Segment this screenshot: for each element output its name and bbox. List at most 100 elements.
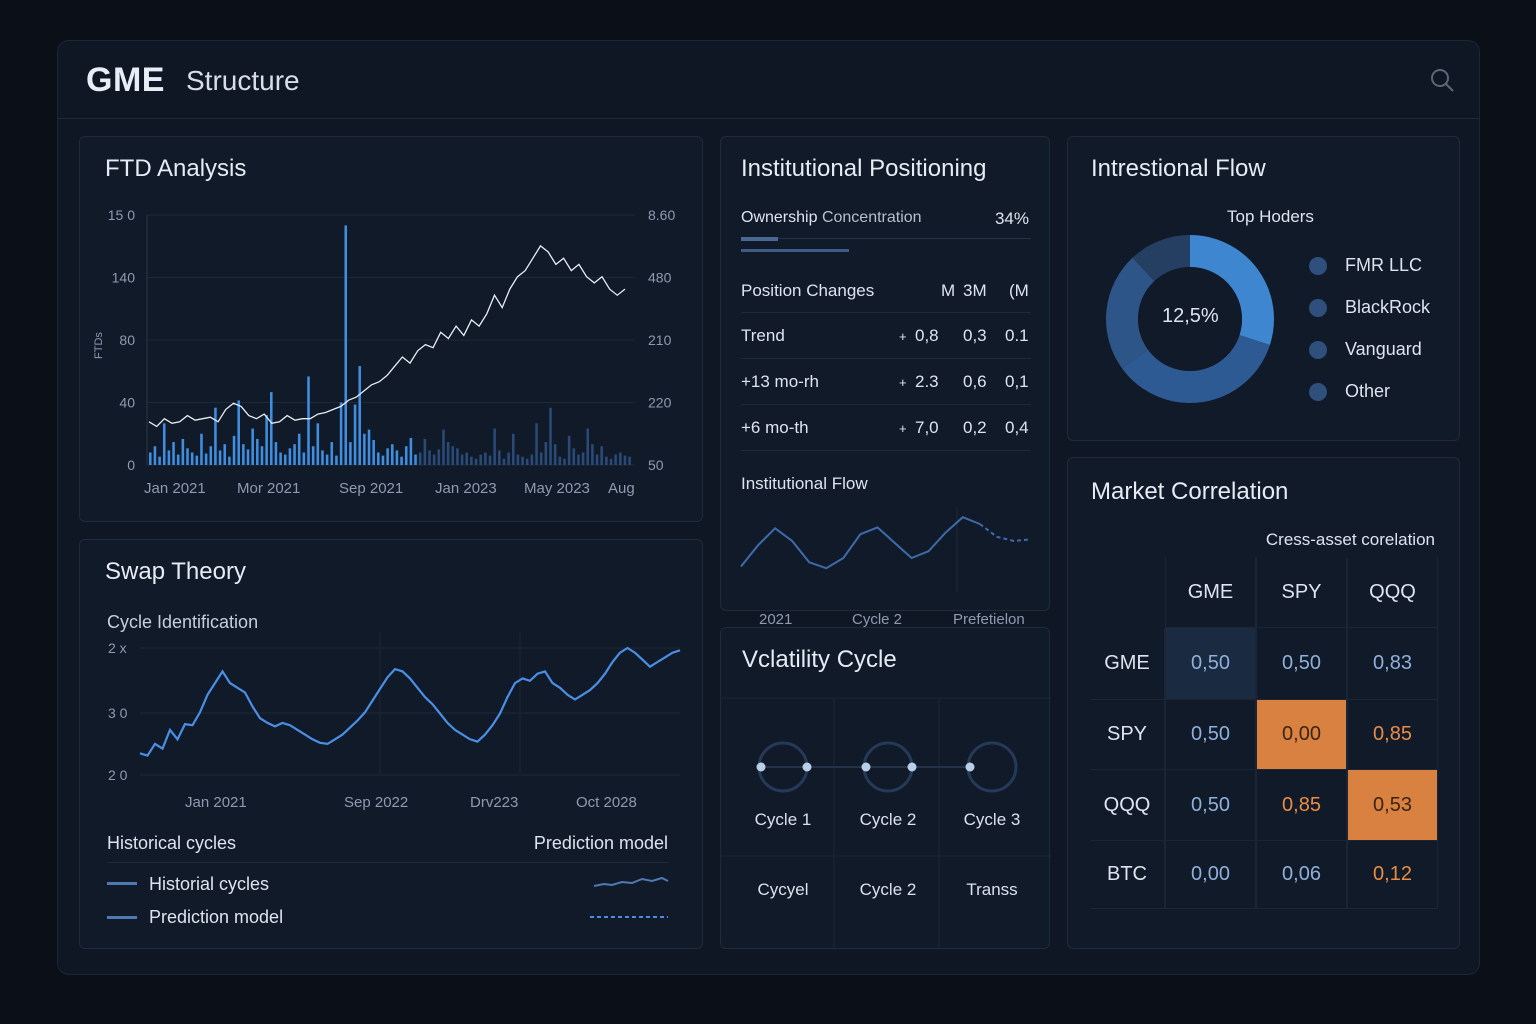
cycle-line <box>139 646 681 757</box>
search-icon[interactable] <box>1429 67 1455 93</box>
ftd-bar <box>446 442 450 465</box>
ftd-bar <box>591 444 594 465</box>
correlation-cell: 0,53 <box>1347 770 1438 841</box>
ftd-bar <box>330 442 334 465</box>
cycle-label: Cycle 1 <box>755 810 812 829</box>
ftd-bar <box>265 415 268 465</box>
ftd-bar <box>521 456 524 465</box>
legend-label-prediction: Prediction model <box>149 907 284 927</box>
row-label: +13 mo-rh <box>741 372 819 391</box>
ftd-bar <box>507 452 510 465</box>
correlation-cell: 0,00 <box>1256 700 1347 770</box>
ownership-label: Ownership Concentration <box>741 209 922 227</box>
row-v2: 0,2 <box>963 418 987 437</box>
y-tick-left: 140 <box>112 270 136 286</box>
ftd-bar <box>544 442 548 465</box>
market-correlation-card: Market Correlation Cress-asset corelatio… <box>1067 457 1460 949</box>
ftd-bar <box>377 452 380 465</box>
ftd-bar <box>581 452 585 465</box>
legend-sample-prediction <box>590 916 668 918</box>
ftd-bar <box>493 428 496 465</box>
ftd-bar <box>270 392 273 465</box>
correlation-cell: 0,50 <box>1165 628 1256 700</box>
ftd-bar <box>181 438 185 465</box>
x-tick: Cycle 2 <box>852 611 902 627</box>
position-changes-header: Position Changes M 3M (M <box>741 267 1031 313</box>
ftd-bar <box>246 449 250 465</box>
cycle-node <box>965 762 975 772</box>
ftd-bar <box>474 458 478 465</box>
dashboard-window: GME Structure FTD Analysis 15 0 8.60 140 48… <box>57 40 1480 975</box>
y-tick-left: 15 0 <box>108 207 135 223</box>
legend-swatch-historical <box>107 882 137 885</box>
ftd-bar <box>498 450 501 465</box>
ftd-bar <box>549 407 552 465</box>
legend-dot <box>1309 341 1327 359</box>
ftd-bar <box>442 429 445 465</box>
x-tick: Sep 2022 <box>344 794 408 811</box>
row-v2: 0,6 <box>963 372 987 391</box>
ftd-bar <box>297 433 301 465</box>
legend-label-historical: Historial cycles <box>149 874 270 894</box>
y-tick-right: 210 <box>648 332 672 348</box>
ownership-bar-track <box>741 238 1031 239</box>
ftd-bar <box>428 450 431 465</box>
ftd-bar <box>600 446 603 465</box>
y-tick-right: 220 <box>648 395 672 411</box>
legend-label: BlackRock <box>1345 297 1431 317</box>
ftd-bar <box>228 456 231 465</box>
ftd-bar <box>176 454 180 465</box>
cycle-bottom-label: Cycle 2 <box>860 880 917 899</box>
cycle-bottom-label: Transs <box>966 880 1017 899</box>
ftd-bar <box>563 458 566 465</box>
ftd-bar <box>367 429 371 465</box>
row-header: GME <box>1090 628 1165 700</box>
ftd-bar <box>218 450 222 465</box>
ftd-bar <box>209 446 213 465</box>
legend-label: Other <box>1345 381 1391 401</box>
table-row: +6 mo-th + 7,0 0,2 0,4 <box>741 405 1031 451</box>
row-v3: 0,4 <box>1005 418 1029 437</box>
ftd-bar <box>242 444 245 465</box>
ftd-bar <box>553 444 557 465</box>
row-v3: 0.1 <box>1005 326 1029 345</box>
y-tick-left: 80 <box>119 332 135 348</box>
ftd-bar <box>391 444 394 465</box>
legend-sample-historical <box>593 876 669 887</box>
ownership-label-a: Ownership <box>741 209 818 226</box>
row-sign: + <box>899 329 907 344</box>
swap-theory-card: Swap Theory Cycle Identification 2 x3 02… <box>79 539 703 949</box>
ftd-bar <box>502 458 506 465</box>
y-axis-label: FTDs <box>93 332 105 359</box>
ftd-bar <box>535 423 538 465</box>
x-tick: Drv223 <box>470 794 518 811</box>
ftd-bar <box>614 454 617 465</box>
column-header: GME <box>1165 558 1256 628</box>
ftd-bar <box>316 423 320 465</box>
legend-divider <box>107 862 669 863</box>
legend-dot <box>1309 257 1327 275</box>
volatility-cycle-card: Vclatility Cycle Cycle 1 Cycyel Cycle 2 Cyc… <box>720 627 1051 950</box>
ftd-bar <box>525 458 529 465</box>
institutional-flow-chart: 2021 Cycle 2 Prefetielon <box>740 507 1032 627</box>
x-tick: 2021 <box>759 611 792 627</box>
ftd-bar <box>232 435 236 465</box>
ftd-bar <box>353 404 357 465</box>
y-tick: 2 x <box>108 640 127 656</box>
correlation-cell: 0,85 <box>1256 770 1347 841</box>
ftd-bar <box>400 456 403 465</box>
ftd-bar <box>418 452 422 465</box>
ftd-bar <box>260 446 264 465</box>
ftd-bar <box>512 433 515 465</box>
col-header-6m: (M <box>1009 281 1029 300</box>
x-tick: Jan 2023 <box>435 480 497 497</box>
ftd-bar <box>516 454 520 465</box>
legend-label: Vanguard <box>1345 339 1422 359</box>
ftd-bar <box>153 446 157 465</box>
y-tick: 2 0 <box>108 767 128 783</box>
ftd-bar <box>186 448 189 465</box>
table-row: Trend + 0,8 0,3 0.1 <box>741 313 1031 359</box>
ftd-bar <box>628 456 631 465</box>
row-header: QQQ <box>1090 770 1165 841</box>
ftd-bar <box>605 456 608 465</box>
